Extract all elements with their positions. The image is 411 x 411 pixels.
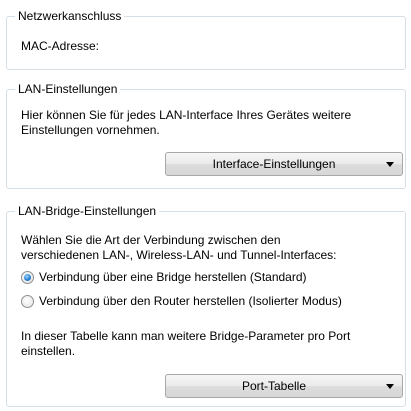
lan-settings-title: LAN-Einstellungen [15, 82, 121, 97]
lan-description-line1: Hier können Sie für jedes LAN-Interface … [21, 108, 352, 122]
radio-unselected-icon[interactable] [21, 295, 34, 308]
lan-settings-group: LAN-Einstellungen Hier können Sie für je… [6, 82, 406, 189]
mac-address-label: MAC-Adresse: [21, 39, 100, 53]
table-note-line1: In dieser Tabelle kann man weitere Bridg… [21, 329, 351, 343]
table-note-line2: einstellen. [21, 344, 76, 358]
dropdown-arrow-icon [386, 384, 394, 389]
bridge-description-line2: verschiedenen LAN-, Wireless-LAN- und Tu… [21, 248, 337, 262]
network-group-title: Netzwerkanschluss [15, 9, 125, 24]
radio-router-isolated-label[interactable]: Verbindung über den Router herstellen (I… [39, 294, 342, 309]
dropdown-arrow-icon [386, 162, 394, 167]
bridge-description-line1: Wählen Sie die Art der Verbindung zwisch… [21, 233, 281, 247]
interface-settings-button[interactable]: Interface-Einstellungen [165, 152, 403, 176]
radio-selected-icon[interactable] [21, 271, 34, 284]
lan-bridge-group: LAN-Bridge-Einstellungen Wählen Sie die … [6, 204, 406, 407]
port-table-button[interactable]: Port-Tabelle [165, 374, 403, 398]
radio-bridge-standard-label[interactable]: Verbindung über eine Bridge herstellen (… [39, 270, 307, 285]
network-group: Netzwerkanschluss MAC-Adresse: [6, 9, 406, 70]
interface-settings-button-label: Interface-Einstellungen [212, 157, 336, 171]
lan-bridge-title: LAN-Bridge-Einstellungen [15, 204, 160, 219]
lan-description-line2: Einstellungen vornehmen. [21, 123, 160, 137]
port-table-button-label: Port-Tabelle [241, 379, 307, 393]
